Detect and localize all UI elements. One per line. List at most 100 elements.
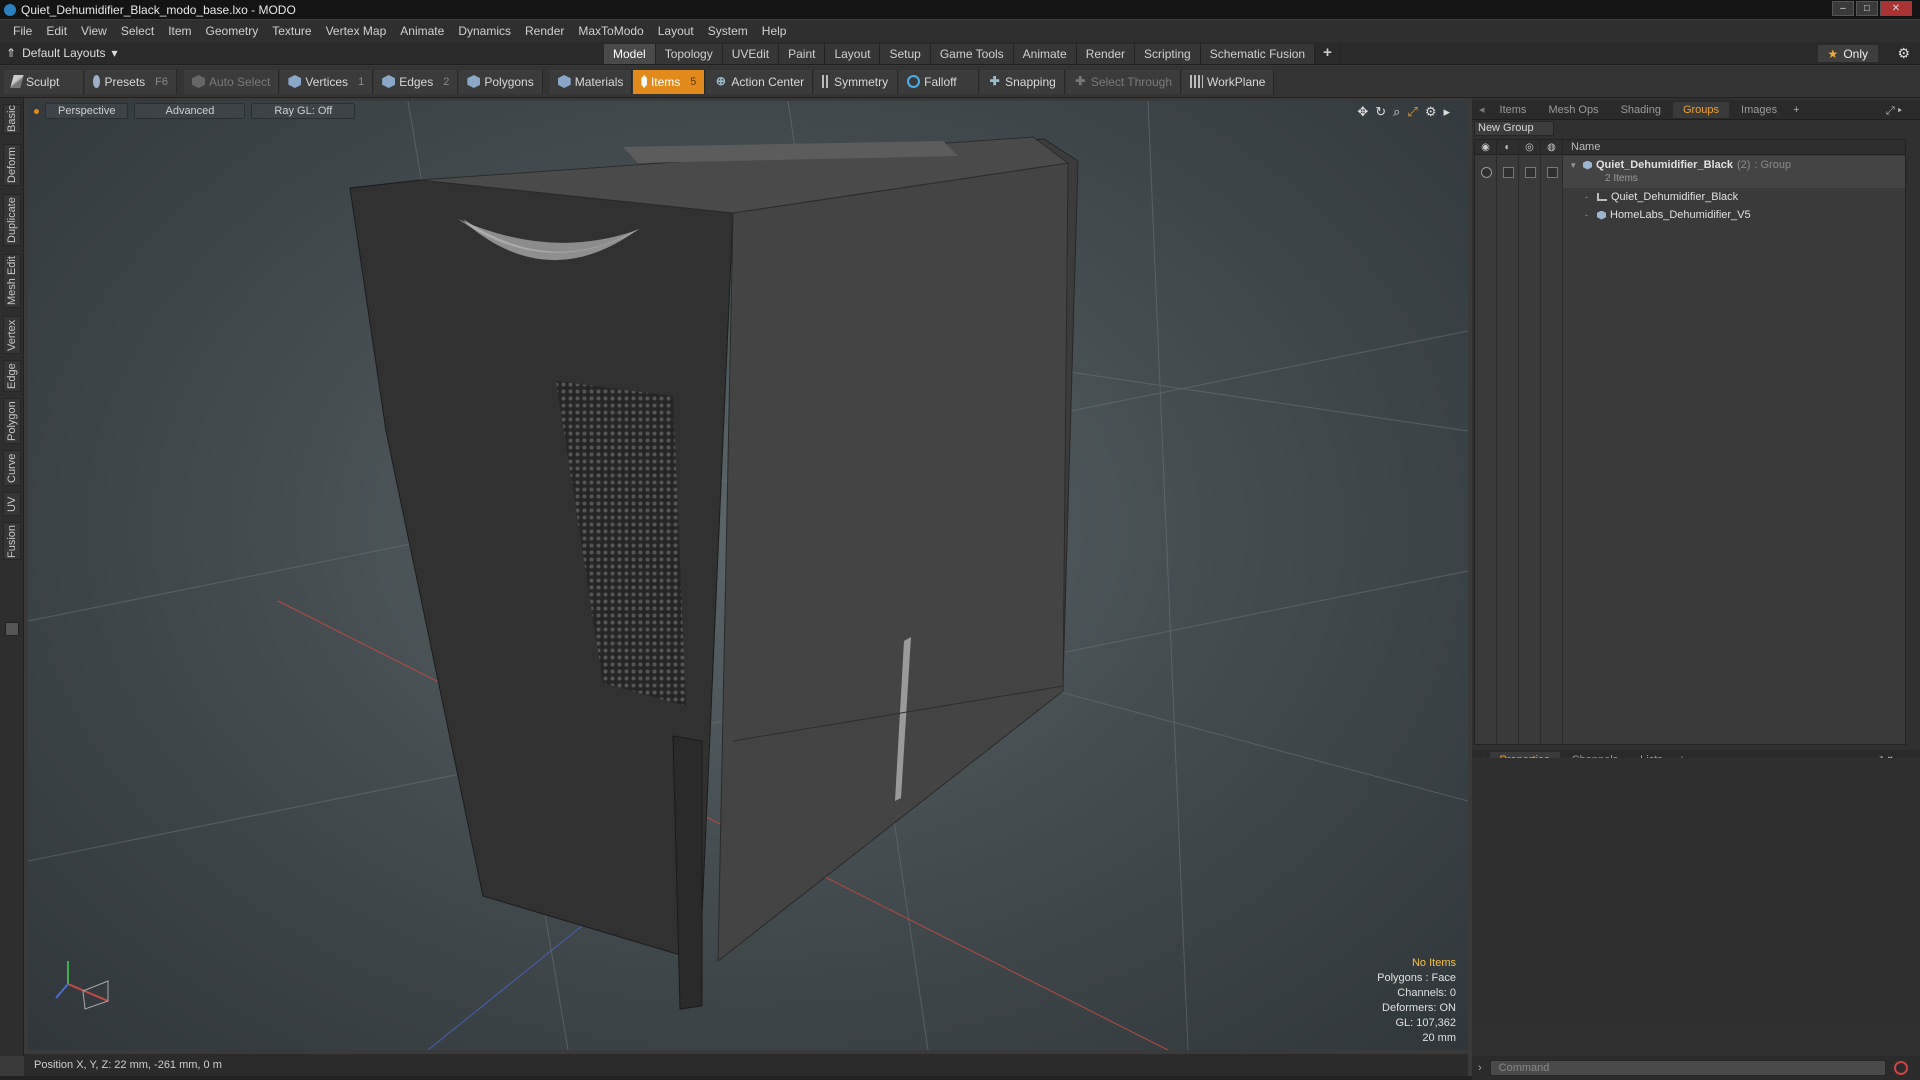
- menu-select[interactable]: Select: [114, 24, 161, 38]
- tab-items[interactable]: Items: [1490, 102, 1537, 118]
- group-select-toggle[interactable]: [1547, 167, 1558, 178]
- add-tab-button[interactable]: +: [1315, 44, 1341, 64]
- view-mode-button[interactable]: Perspective: [45, 103, 129, 119]
- auto-select-button[interactable]: Auto Select: [184, 69, 280, 94]
- menu-layout[interactable]: Layout: [651, 24, 701, 38]
- symmetry-button[interactable]: Symmetry: [814, 69, 899, 94]
- group-render-toggle[interactable]: [1503, 167, 1514, 178]
- child-branch-icon: -: [1585, 192, 1588, 202]
- workplane-icon: [1190, 75, 1203, 88]
- tab-render[interactable]: Render: [1076, 44, 1136, 64]
- collapse-icon[interactable]: ▾: [1571, 160, 1579, 171]
- tab-uvedit[interactable]: UVEdit: [722, 44, 780, 64]
- tab-scripting[interactable]: Scripting: [1135, 44, 1201, 64]
- tab-polygon[interactable]: Polygon: [3, 398, 21, 444]
- tab-model[interactable]: Model: [604, 44, 656, 64]
- group-row[interactable]: ▾ Quiet_Dehumidifier_Black (2) : Group: [1571, 157, 1791, 173]
- tab-shading[interactable]: Shading: [1611, 102, 1671, 118]
- new-group-button[interactable]: New Group: [1474, 121, 1554, 136]
- menu-view[interactable]: View: [74, 24, 114, 38]
- materials-button[interactable]: Materials: [549, 69, 633, 94]
- falloff-button[interactable]: Falloff: [899, 69, 980, 94]
- select-through-button[interactable]: ✚ Select Through: [1065, 69, 1181, 94]
- menu-item[interactable]: Item: [161, 24, 198, 38]
- raygl-button[interactable]: Ray GL: Off: [251, 103, 356, 119]
- maximize-view-icon[interactable]: ⤢: [1407, 104, 1417, 120]
- menu-maxtomodo[interactable]: MaxToModo: [571, 24, 650, 38]
- lock-column-icon[interactable]: ◎: [1519, 140, 1541, 155]
- viewport-menu-icon[interactable]: [34, 108, 39, 114]
- group-visibility-toggle[interactable]: [1481, 167, 1492, 178]
- item-icon: [641, 75, 647, 88]
- move-view-icon[interactable]: ✥: [1357, 104, 1368, 120]
- vertices-button[interactable]: Vertices 1: [280, 69, 374, 94]
- main-toolbar: Sculpt Presets F6 Auto Select Vertices 1…: [0, 66, 1920, 98]
- tab-layout[interactable]: Layout: [825, 44, 881, 64]
- tab-basic[interactable]: Basic: [3, 104, 21, 134]
- render-column-icon[interactable]: ◐: [1497, 140, 1519, 155]
- menu-edit[interactable]: Edit: [39, 24, 74, 38]
- tab-mesh-edit[interactable]: Mesh Edit: [3, 254, 21, 308]
- menu-dynamics[interactable]: Dynamics: [451, 24, 518, 38]
- 3d-viewport[interactable]: Perspective Advanced Ray GL: Off ✥ ↻ ⌕ ⤢…: [28, 101, 1468, 1050]
- command-history-icon[interactable]: ›: [1478, 1062, 1482, 1074]
- menu-file[interactable]: File: [6, 24, 39, 38]
- tab-curve[interactable]: Curve: [3, 450, 21, 486]
- tab-vertex[interactable]: Vertex: [3, 316, 21, 354]
- tab-uv[interactable]: UV: [3, 492, 21, 516]
- visibility-column-icon[interactable]: ◉: [1475, 140, 1497, 155]
- layouts-dropdown[interactable]: ⇑ Default Layouts ▾: [6, 46, 117, 60]
- action-center-button[interactable]: ⊕ Action Center: [706, 69, 814, 94]
- command-input[interactable]: Command: [1489, 1060, 1886, 1076]
- tab-deform[interactable]: Deform: [3, 144, 21, 186]
- group-lock-toggle[interactable]: [1525, 167, 1536, 178]
- tab-paint[interactable]: Paint: [779, 44, 826, 64]
- minimize-button[interactable]: –: [1832, 1, 1854, 16]
- group-child-row[interactable]: - Quiet_Dehumidifier_Black: [1585, 189, 1738, 205]
- tab-images[interactable]: Images: [1731, 102, 1787, 118]
- items-button[interactable]: Items 5: [633, 69, 706, 94]
- tab-schematic-fusion[interactable]: Schematic Fusion: [1200, 44, 1316, 64]
- tab-topology[interactable]: Topology: [655, 44, 723, 64]
- panel-handle-icon[interactable]: ◂: [1476, 101, 1488, 118]
- edges-button[interactable]: Edges 2: [374, 69, 459, 94]
- stop-icon[interactable]: [1893, 1061, 1908, 1075]
- tab-game-tools[interactable]: Game Tools: [930, 44, 1014, 64]
- menu-render[interactable]: Render: [518, 24, 571, 38]
- viewport-expand-icon[interactable]: ▸: [1443, 104, 1450, 120]
- menu-help[interactable]: Help: [755, 24, 794, 38]
- tab-setup[interactable]: Setup: [880, 44, 931, 64]
- close-button[interactable]: ✕: [1880, 1, 1912, 16]
- menu-animate[interactable]: Animate: [393, 24, 451, 38]
- tab-animate[interactable]: Animate: [1013, 44, 1077, 64]
- presets-button[interactable]: Presets F6: [85, 69, 177, 94]
- tab-fusion[interactable]: Fusion: [3, 522, 21, 560]
- tab-duplicate[interactable]: Duplicate: [3, 194, 21, 246]
- workplane-button[interactable]: WorkPlane: [1182, 69, 1275, 94]
- snapping-icon: ✚: [989, 74, 1000, 88]
- rotate-view-icon[interactable]: ↻: [1375, 104, 1386, 120]
- tab-groups[interactable]: Groups: [1672, 101, 1730, 118]
- add-panel-tab-button[interactable]: +: [1789, 104, 1803, 116]
- maximize-button[interactable]: □: [1856, 1, 1878, 16]
- menu-geometry[interactable]: Geometry: [199, 24, 266, 38]
- shading-mode-button[interactable]: Advanced: [134, 103, 246, 119]
- polygons-button[interactable]: Polygons: [459, 69, 543, 94]
- menu-texture[interactable]: Texture: [265, 24, 318, 38]
- menu-system[interactable]: System: [701, 24, 755, 38]
- zoom-view-icon[interactable]: ⌕: [1393, 104, 1400, 120]
- mode-tabs: Model Topology UVEdit Paint Layout Setup…: [604, 44, 1341, 64]
- sculpt-button[interactable]: Sculpt: [4, 69, 84, 94]
- viewport-settings-icon[interactable]: ⚙: [1425, 104, 1437, 120]
- falloff-icon: [907, 75, 921, 88]
- menu-vertex-map[interactable]: Vertex Map: [319, 24, 394, 38]
- select-column-icon[interactable]: ◍: [1541, 140, 1563, 155]
- tab-mesh-ops[interactable]: Mesh Ops: [1538, 102, 1608, 118]
- only-button[interactable]: ★ Only: [1817, 45, 1878, 62]
- gear-icon[interactable]: ⚙: [1897, 45, 1910, 62]
- panel-expand-icon[interactable]: ⤢ ▸: [1876, 103, 1912, 120]
- panel-toggle-button[interactable]: [5, 622, 19, 636]
- group-child-row[interactable]: - HomeLabs_Dehumidifier_V5: [1585, 207, 1751, 223]
- tab-edge[interactable]: Edge: [3, 360, 21, 392]
- snapping-button[interactable]: ✚ Snapping: [980, 69, 1065, 94]
